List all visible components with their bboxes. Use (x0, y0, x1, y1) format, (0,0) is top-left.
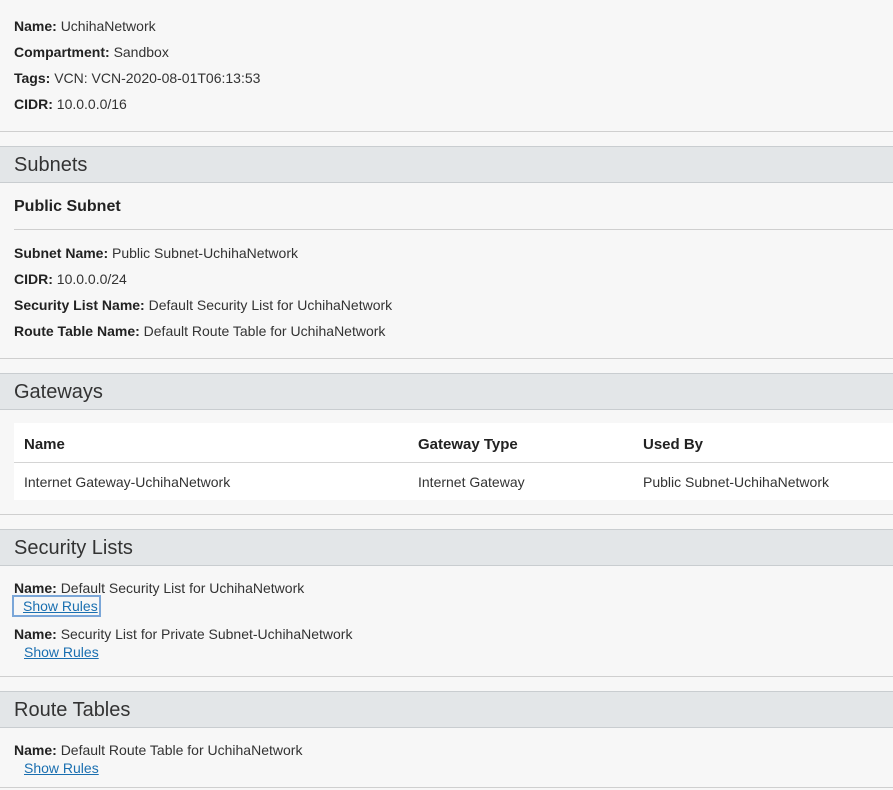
divider (0, 514, 893, 515)
subnet-security-list-value: Default Security List for UchihaNetwork (148, 297, 393, 313)
vcn-compartment-label: Compartment: (14, 44, 110, 60)
vcn-cidr-row: CIDR: 10.0.0.0/16 (14, 95, 127, 113)
subnet-route-table-row: Route Table Name: Default Route Table fo… (14, 322, 385, 340)
subnet-cidr-row: CIDR: 10.0.0.0/24 (14, 270, 127, 288)
subnet-name-label: Subnet Name: (14, 245, 109, 261)
gateways-title: Gateways (14, 381, 103, 403)
divider (0, 787, 893, 788)
divider (0, 131, 893, 132)
route-tables-title: Route Tables (14, 699, 131, 721)
vcn-name-label: Name: (14, 18, 57, 34)
security-lists-title: Security Lists (14, 537, 133, 559)
vcn-compartment-row: Compartment: Sandbox (14, 43, 169, 61)
security-list-name-label: Name: (14, 580, 57, 596)
route-table-item: Name: Default Route Table for UchihaNetw… (14, 741, 302, 759)
subnet-security-list-label: Security List Name: (14, 297, 145, 313)
route-tables-section-header: Route Tables (0, 691, 893, 728)
vcn-compartment-value: Sandbox (113, 44, 169, 60)
divider (0, 676, 893, 677)
vcn-cidr-value: 10.0.0.0/16 (56, 96, 127, 112)
subnet-name-value: Public Subnet-UchihaNetwork (112, 245, 298, 261)
subnets-title: Subnets (14, 154, 88, 176)
gateway-name-cell: Internet Gateway-UchihaNetwork (24, 474, 231, 490)
subnet-name-row: Subnet Name: Public Subnet-UchihaNetwork (14, 244, 298, 262)
vcn-cidr-label: CIDR: (14, 96, 53, 112)
route-table-name-label: Name: (14, 742, 57, 758)
public-subnet-title: Public Subnet (14, 198, 121, 215)
gateway-type-cell: Internet Gateway (418, 474, 525, 490)
column-header-gateway-type: Gateway Type (418, 436, 518, 453)
subnet-cidr-value: 10.0.0.0/24 (56, 271, 127, 287)
security-list-name-value: Default Security List for UchihaNetwork (60, 580, 305, 596)
show-rules-link[interactable]: Show Rules (12, 595, 101, 617)
vcn-tags-row: Tags: VCN: VCN-2020-08-01T06:13:53 (14, 69, 260, 87)
security-list-item: Name: Default Security List for UchihaNe… (14, 579, 304, 597)
divider (0, 358, 893, 359)
gateway-used-by-cell: Public Subnet-UchihaNetwork (643, 474, 829, 490)
show-rules-link[interactable]: Show Rules (24, 643, 99, 661)
divider (14, 229, 893, 230)
vcn-tags-label: Tags: (14, 70, 51, 86)
subnet-route-table-label: Route Table Name: (14, 323, 140, 339)
subnet-route-table-value: Default Route Table for UchihaNetwork (143, 323, 386, 339)
security-list-item: Name: Security List for Private Subnet-U… (14, 625, 352, 643)
subnets-section-header: Subnets (0, 146, 893, 183)
table-header-divider (14, 462, 893, 463)
security-list-name-value: Security List for Private Subnet-UchihaN… (60, 626, 353, 642)
column-header-used-by: Used By (643, 436, 704, 453)
gateways-section-header: Gateways (0, 373, 893, 410)
gateways-table: Name Gateway Type Used By Internet Gatew… (14, 423, 893, 500)
route-table-name-value: Default Route Table for UchihaNetwork (60, 742, 303, 758)
show-rules-link[interactable]: Show Rules (24, 759, 99, 777)
security-lists-section-header: Security Lists (0, 529, 893, 566)
subnet-cidr-label: CIDR: (14, 271, 53, 287)
vcn-name-row: Name: UchihaNetwork (14, 17, 156, 35)
column-header-name: Name (24, 436, 65, 453)
security-list-name-label: Name: (14, 626, 57, 642)
subnet-security-list-row: Security List Name: Default Security Lis… (14, 296, 392, 314)
vcn-tags-value: VCN: VCN-2020-08-01T06:13:53 (54, 70, 261, 86)
vcn-name-value: UchihaNetwork (60, 18, 156, 34)
